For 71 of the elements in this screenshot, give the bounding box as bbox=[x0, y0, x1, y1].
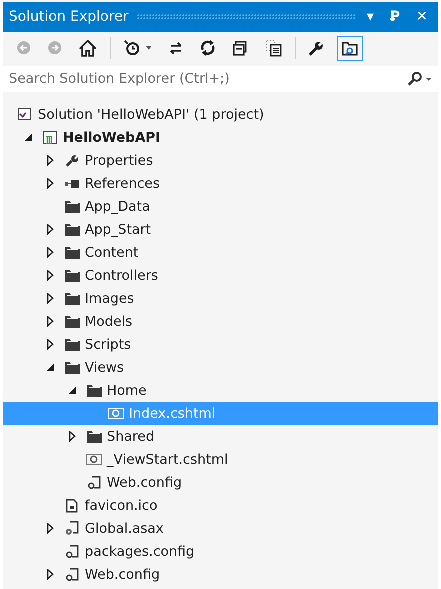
tree-item[interactable]: Web.config bbox=[3, 471, 438, 494]
tree-item[interactable]: HelloWebAPI bbox=[3, 126, 438, 149]
config-file-icon bbox=[66, 568, 78, 582]
expanded-arrow-icon[interactable] bbox=[46, 364, 54, 371]
collapsed-arrow-icon[interactable] bbox=[46, 270, 54, 281]
home-icon[interactable] bbox=[79, 40, 97, 56]
image-file-icon bbox=[66, 498, 78, 512]
tree-item[interactable]: Home bbox=[3, 379, 438, 402]
project-icon bbox=[42, 130, 58, 144]
collapsed-arrow-icon[interactable] bbox=[46, 339, 54, 350]
collapsed-arrow-icon[interactable] bbox=[46, 523, 54, 534]
search-box[interactable]: Search Solution Explorer (Ctrl+;) bbox=[3, 66, 438, 92]
tree-item[interactable]: _ViewStart.cshtml bbox=[3, 448, 438, 471]
solution-icon bbox=[18, 108, 32, 121]
tree-item[interactable]: Views bbox=[3, 356, 438, 379]
collapsed-arrow-icon[interactable] bbox=[46, 247, 54, 258]
sync-icon[interactable] bbox=[169, 42, 183, 54]
folder-icon bbox=[64, 292, 80, 305]
tree-item[interactable]: Content bbox=[3, 241, 438, 264]
collapsed-arrow-icon[interactable] bbox=[68, 431, 76, 442]
razor-file-icon bbox=[108, 408, 124, 419]
collapsed-arrow-icon[interactable] bbox=[46, 569, 54, 580]
search-icon[interactable] bbox=[408, 72, 432, 86]
refresh-icon[interactable] bbox=[200, 40, 216, 56]
tree-item[interactable]: Web.config bbox=[3, 563, 438, 586]
tree-item[interactable]: Solution 'HelloWebAPI' (1 project) bbox=[3, 103, 438, 126]
folder-icon bbox=[64, 269, 80, 282]
razor-file-icon bbox=[86, 454, 102, 465]
collapsed-arrow-icon[interactable] bbox=[46, 293, 54, 304]
tree-item[interactable]: App_Data bbox=[3, 195, 438, 218]
window-control[interactable]: ✕ bbox=[412, 9, 432, 25]
window-title: Solution Explorer bbox=[9, 9, 129, 25]
folder-icon bbox=[64, 223, 80, 236]
tree-item[interactable]: App_Start bbox=[3, 218, 438, 241]
collapse-all-icon[interactable] bbox=[233, 40, 249, 56]
wrench-icon bbox=[66, 154, 78, 166]
window-control[interactable]: ▾ bbox=[362, 9, 378, 25]
tree-item[interactable]: Shared bbox=[3, 425, 438, 448]
window-control[interactable]: Ꝑ bbox=[386, 9, 404, 25]
caret-icon[interactable] bbox=[146, 46, 152, 50]
folder-icon bbox=[86, 384, 102, 397]
tree-item[interactable]: favicon.ico bbox=[3, 494, 438, 517]
wrench-icon[interactable] bbox=[309, 40, 324, 56]
references-icon bbox=[65, 180, 79, 188]
tree-item[interactable]: Controllers bbox=[3, 264, 438, 287]
tree-item[interactable]: Properties bbox=[3, 149, 438, 172]
config-file-icon bbox=[66, 544, 78, 558]
folder-icon bbox=[64, 315, 80, 328]
tree-item[interactable]: References bbox=[3, 172, 438, 195]
collapsed-arrow-icon[interactable] bbox=[46, 224, 54, 235]
collapsed-arrow-icon[interactable] bbox=[46, 178, 54, 189]
documents-icon[interactable] bbox=[266, 40, 282, 56]
collapsed-arrow-icon[interactable] bbox=[46, 316, 54, 327]
tree-item[interactable]: Scripts bbox=[3, 333, 438, 356]
tree-item[interactable]: Models bbox=[3, 310, 438, 333]
config-file-icon bbox=[88, 476, 100, 490]
tree-item[interactable]: packages.config bbox=[3, 540, 438, 563]
clock-icon[interactable] bbox=[124, 40, 140, 56]
gear-file-icon bbox=[65, 521, 79, 536]
search-field[interactable]: Search Solution Explorer (Ctrl+;) bbox=[9, 71, 408, 87]
tree-item[interactable]: Images bbox=[3, 287, 438, 310]
expanded-arrow-icon[interactable] bbox=[68, 387, 76, 394]
folder-icon bbox=[64, 246, 80, 259]
folder-search-icon[interactable] bbox=[341, 40, 359, 56]
folder-icon bbox=[64, 338, 80, 351]
folder-icon bbox=[86, 430, 102, 443]
folder-icon bbox=[64, 361, 80, 374]
tree-item[interactable]: Global.asax bbox=[3, 517, 438, 540]
folder-icon bbox=[64, 200, 80, 213]
expanded-arrow-icon[interactable] bbox=[24, 134, 32, 141]
collapsed-arrow-icon[interactable] bbox=[46, 155, 54, 166]
